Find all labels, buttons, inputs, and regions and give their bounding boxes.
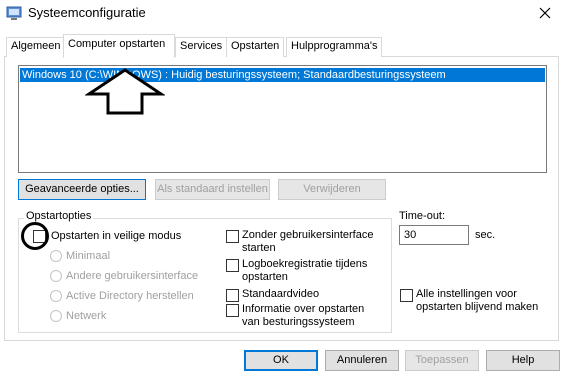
set-default-button[interactable]: Als standaard instellen (155, 179, 270, 200)
circle-annotation (21, 222, 49, 250)
os-boot-info-label-line2: van besturingssysteem (242, 316, 355, 328)
tab-services[interactable]: Services (175, 37, 228, 57)
tab-label: Services (180, 40, 223, 52)
safe-mode-alternate-shell-radio[interactable] (50, 270, 62, 282)
safe-mode-minimal-radio[interactable] (50, 250, 62, 262)
os-boot-info-checkbox[interactable] (226, 304, 239, 317)
make-permanent-label-line1: Alle instellingen voor (416, 288, 517, 300)
msconfig-icon (6, 5, 22, 21)
arrow-annotation-icon (85, 68, 165, 115)
tab-label: Hulpprogramma's (291, 40, 378, 52)
tab-label: Computer opstarten (68, 38, 166, 50)
tab-opstarten[interactable]: Opstarten (226, 37, 285, 57)
make-permanent-checkbox[interactable] (400, 289, 413, 302)
no-gui-boot-label-line1: Zonder gebruikersinterface (242, 229, 374, 241)
safe-mode-network-radio[interactable] (50, 310, 62, 322)
tab-computer-opstarten[interactable]: Computer opstarten (63, 34, 175, 58)
make-permanent-label-line2: opstarten blijvend maken (416, 301, 539, 313)
safe-mode-ad-repair-radio[interactable] (50, 290, 62, 302)
boot-options-label: Opstartopties (24, 210, 94, 222)
no-gui-boot-checkbox[interactable] (226, 230, 239, 243)
tab-hulpprogrammas[interactable]: Hulpprogramma's (286, 37, 383, 57)
timeout-label: Time-out: (399, 210, 446, 222)
boot-log-checkbox[interactable] (226, 259, 239, 272)
advanced-options-button[interactable]: Geavanceerde opties... (18, 179, 146, 200)
safe-boot-label: Opstarten in veilige modus (51, 230, 182, 242)
ok-button[interactable]: OK (244, 350, 318, 371)
window-title: Systeemconfiguratie (28, 5, 146, 20)
close-button[interactable] (527, 0, 563, 26)
boot-log-label-line1: Logboekregistratie tijdens (242, 258, 368, 270)
tab-algemeen[interactable]: Algemeen (6, 37, 66, 57)
safe-mode-minimal-label: Minimaal (66, 250, 111, 262)
button-label: OK (273, 354, 289, 366)
button-label: Geavanceerde opties... (25, 183, 139, 195)
help-button[interactable]: Help (486, 350, 560, 371)
timeout-unit: sec. (475, 229, 496, 241)
safe-mode-ad-repair-label: Active Directory herstellen (66, 290, 194, 302)
os-boot-info-label-line1: Informatie over opstarten (242, 303, 365, 315)
delete-button[interactable]: Verwijderen (278, 179, 386, 200)
button-label: Verwijderen (303, 183, 361, 195)
button-label: Als standaard instellen (157, 183, 268, 195)
button-label: Help (511, 354, 535, 366)
button-label: Annuleren (336, 354, 388, 366)
safe-mode-network-label: Netwerk (66, 310, 107, 322)
cancel-button[interactable]: Annuleren (325, 350, 399, 371)
base-video-checkbox[interactable] (226, 289, 239, 302)
boot-log-label-line2: opstarten (242, 271, 288, 283)
apply-button[interactable]: Toepassen (405, 350, 479, 371)
close-icon (539, 7, 551, 19)
safe-mode-alternate-shell-label: Andere gebruikersinterface (66, 270, 199, 282)
timeout-input[interactable]: 30 (399, 225, 469, 245)
button-label: Toepassen (415, 354, 469, 366)
title-bar: Systeemconfiguratie (0, 0, 563, 26)
base-video-label: Standaardvideo (242, 288, 320, 300)
tab-label: Algemeen (11, 40, 61, 52)
tab-label: Opstarten (231, 40, 280, 52)
no-gui-boot-label-line2: starten (242, 242, 276, 254)
